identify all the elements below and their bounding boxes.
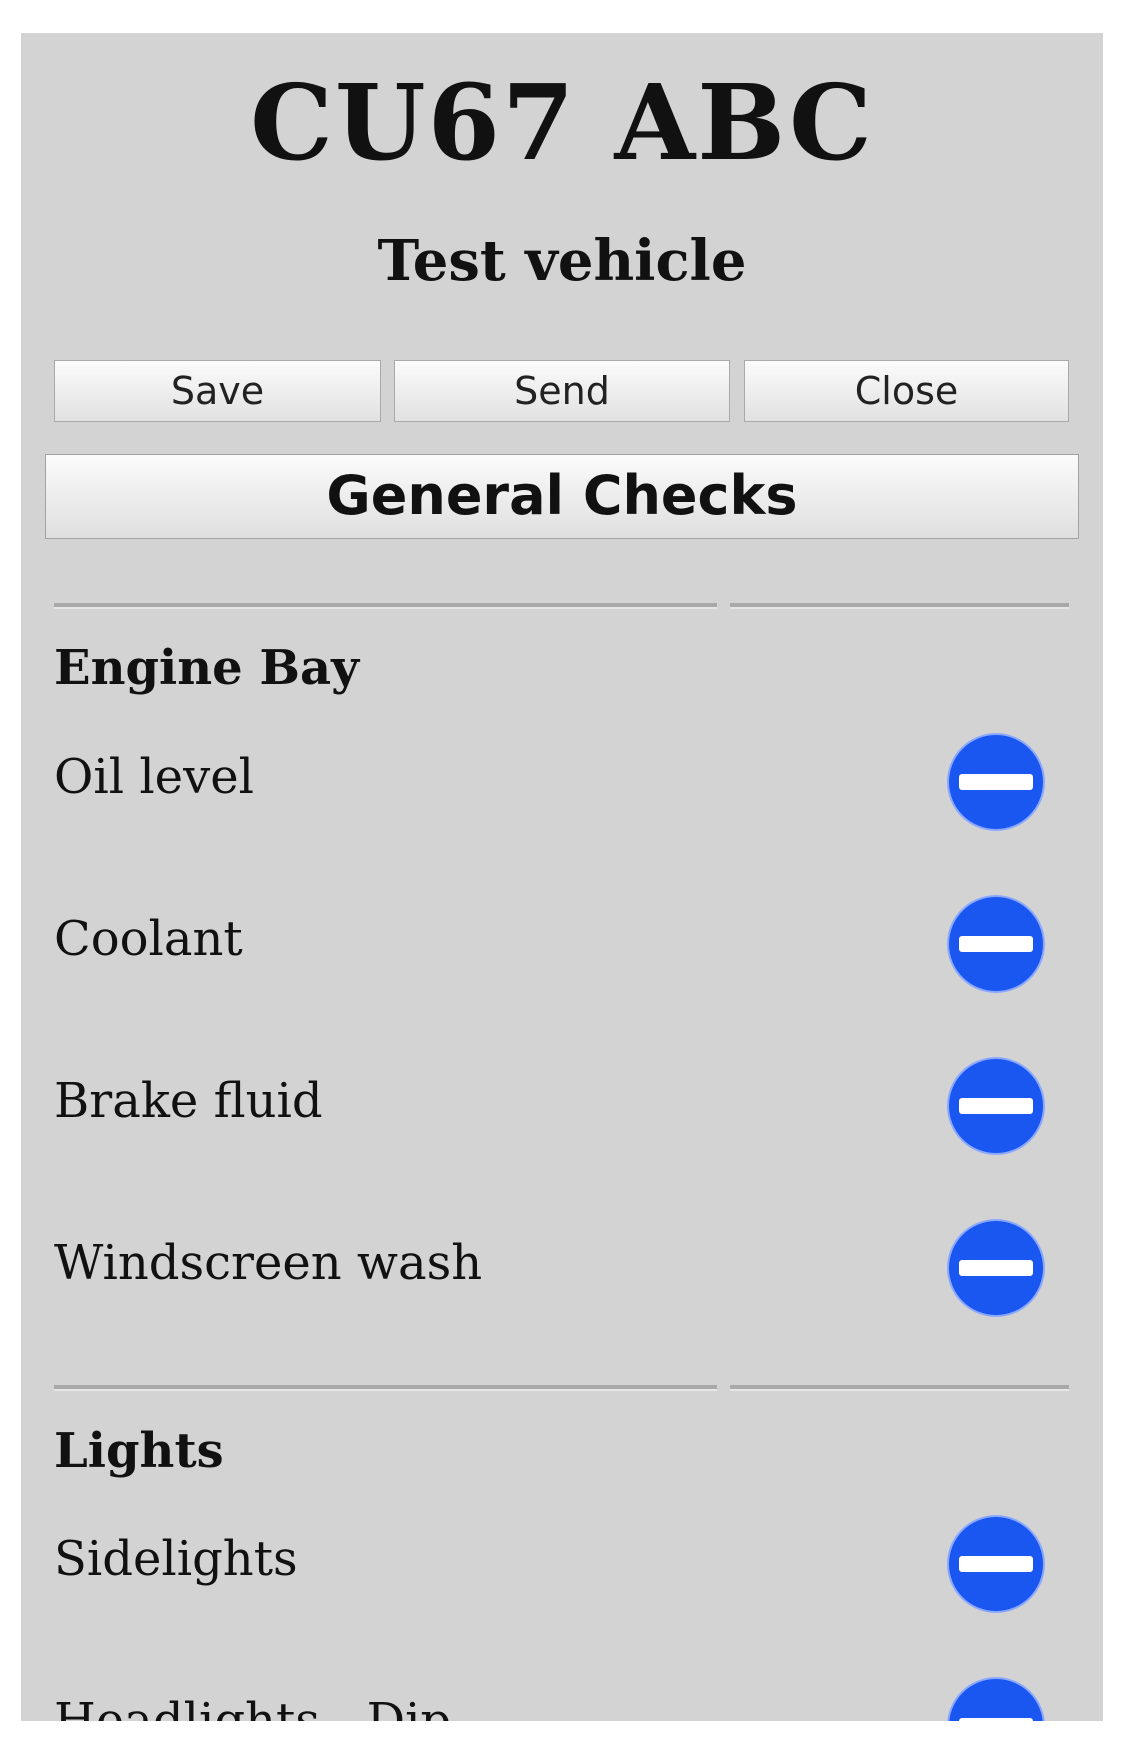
check-item-label: Windscreen wash — [54, 1235, 483, 1291]
no-entry-icon[interactable] — [949, 1221, 1043, 1315]
no-entry-icon[interactable] — [949, 1059, 1043, 1153]
no-entry-icon[interactable] — [949, 897, 1043, 991]
divider — [730, 1385, 1069, 1391]
vehicle-name: Test vehicle — [377, 228, 747, 294]
group-title-lights: Lights — [54, 1423, 224, 1479]
no-entry-icon[interactable] — [949, 1679, 1043, 1721]
check-item-label: Headlights - Dip — [54, 1693, 452, 1721]
check-item-label: Sidelights — [54, 1531, 298, 1587]
divider — [730, 603, 1069, 609]
check-item-label: Oil level — [54, 749, 254, 805]
status-bar — [959, 1098, 1033, 1114]
status-bar — [959, 1718, 1033, 1721]
status-bar — [959, 936, 1033, 952]
check-item-label: Brake fluid — [54, 1073, 323, 1129]
no-entry-icon[interactable] — [949, 1517, 1043, 1611]
general-checks-section-button[interactable]: General Checks — [45, 454, 1079, 539]
save-button[interactable]: Save — [54, 360, 381, 422]
status-bar — [959, 774, 1033, 790]
check-item-label: Coolant — [54, 911, 243, 967]
status-bar — [959, 1260, 1033, 1276]
no-entry-icon[interactable] — [949, 735, 1043, 829]
send-button[interactable]: Send — [394, 360, 730, 422]
close-button[interactable]: Close — [744, 360, 1069, 422]
checklist-page: CU67 ABC Test vehicle Save Send Close Ge… — [21, 33, 1103, 1721]
divider — [54, 1385, 717, 1391]
divider — [54, 603, 717, 609]
group-title-engine-bay: Engine Bay — [54, 640, 359, 696]
status-bar — [959, 1556, 1033, 1572]
registration-title: CU67 ABC — [250, 61, 874, 184]
